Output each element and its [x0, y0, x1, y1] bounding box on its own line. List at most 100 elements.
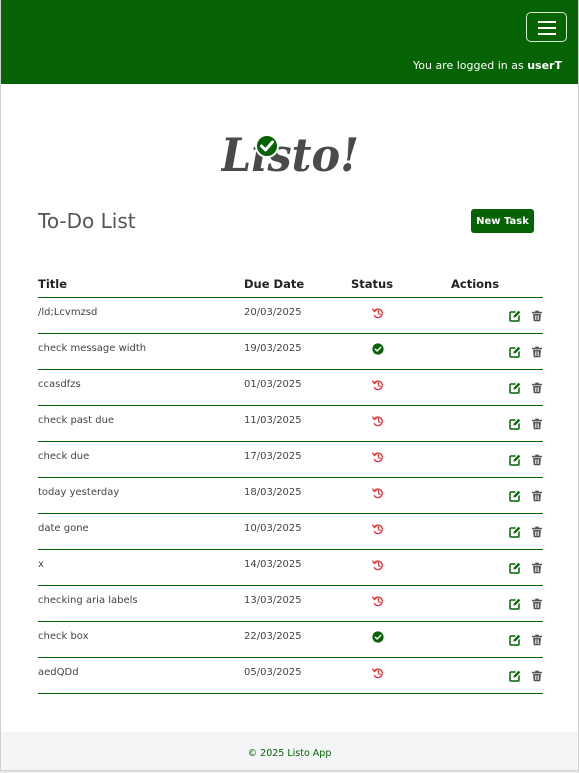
table-row: date gone 10/03/2025	[38, 513, 543, 550]
task-actions-cell	[451, 333, 543, 370]
task-due-date: 10/03/2025	[244, 523, 302, 534]
task-status-cell	[351, 405, 451, 442]
edit-icon[interactable]	[509, 634, 521, 646]
edit-icon[interactable]	[509, 310, 521, 322]
page-title: To-Do List	[38, 209, 136, 233]
task-title: /ld;Lcvmzsd	[38, 307, 98, 318]
history-icon	[372, 451, 384, 463]
check-circle-icon	[372, 631, 384, 643]
edit-icon[interactable]	[509, 382, 521, 394]
task-due-cell: 10/03/2025	[244, 513, 351, 550]
task-status-cell	[351, 441, 451, 478]
login-prefix: You are logged in as	[412, 59, 528, 72]
column-header-actions: Actions	[451, 270, 543, 298]
task-title-cell: ccasdfzs	[38, 369, 244, 406]
trash-icon[interactable]	[531, 418, 543, 430]
task-title: check box	[38, 631, 89, 642]
task-due-cell: 11/03/2025	[244, 405, 351, 442]
task-title-cell: x	[38, 549, 244, 586]
hamburger-line	[538, 21, 556, 23]
trash-icon[interactable]	[531, 526, 543, 538]
task-due-cell: 01/03/2025	[244, 369, 351, 406]
username: userT	[527, 59, 562, 72]
trash-icon[interactable]	[531, 346, 543, 358]
table-row: checking aria labels 13/03/2025	[38, 585, 543, 622]
trash-icon[interactable]	[531, 634, 543, 646]
task-title-cell: /ld;Lcvmzsd	[38, 297, 244, 334]
task-title-cell: date gone	[38, 513, 244, 550]
task-due-cell: 05/03/2025	[244, 657, 351, 694]
task-title: ccasdfzs	[38, 379, 81, 390]
task-due-cell: 14/03/2025	[244, 549, 351, 586]
task-due-date: 13/03/2025	[244, 595, 302, 606]
table-row: ccasdfzs 01/03/2025	[38, 369, 543, 406]
table-row: check past due 11/03/2025	[38, 405, 543, 442]
table-row: aedQDd 05/03/2025	[38, 657, 543, 694]
task-title-cell: checking aria labels	[38, 585, 244, 622]
trash-icon[interactable]	[531, 490, 543, 502]
edit-icon[interactable]	[509, 598, 521, 610]
table-row: x 14/03/2025	[38, 549, 543, 586]
task-title-cell: check past due	[38, 405, 244, 442]
column-header-due-date: Due Date	[244, 270, 351, 298]
trash-icon[interactable]	[531, 454, 543, 466]
task-actions-cell	[451, 477, 543, 514]
trash-icon[interactable]	[531, 310, 543, 322]
trash-icon[interactable]	[531, 382, 543, 394]
task-status-cell	[351, 333, 451, 370]
task-title: check past due	[38, 415, 115, 426]
task-status-cell	[351, 297, 451, 334]
check-circle-icon	[372, 343, 384, 355]
check-circle-icon	[255, 134, 279, 158]
edit-icon[interactable]	[509, 526, 521, 538]
table-row: check due 17/03/2025	[38, 441, 543, 478]
task-actions-cell	[451, 549, 543, 586]
edit-icon[interactable]	[509, 562, 521, 574]
task-title-cell: check due	[38, 441, 244, 478]
app-logo: Listo!	[219, 122, 361, 182]
trash-icon[interactable]	[531, 670, 543, 682]
edit-icon[interactable]	[509, 454, 521, 466]
task-due-date: 18/03/2025	[244, 487, 302, 498]
edit-icon[interactable]	[509, 490, 521, 502]
table-row: check box 22/03/2025	[38, 621, 543, 658]
task-actions-cell	[451, 369, 543, 406]
task-title-cell: aedQDd	[38, 657, 244, 694]
task-actions-cell	[451, 585, 543, 622]
task-due-date: 01/03/2025	[244, 379, 302, 390]
task-title: check due	[38, 451, 90, 462]
task-status-cell	[351, 657, 451, 694]
table-row: check message width 19/03/2025	[38, 333, 543, 370]
edit-icon[interactable]	[509, 418, 521, 430]
hamburger-menu-button[interactable]	[526, 12, 567, 42]
trash-icon[interactable]	[531, 562, 543, 574]
task-due-date: 19/03/2025	[244, 343, 302, 354]
login-status: You are logged in as userT	[413, 59, 562, 72]
logo-text: Listo!	[221, 128, 359, 180]
edit-icon[interactable]	[509, 346, 521, 358]
table-row: today yesterday 18/03/2025	[38, 477, 543, 514]
task-status-cell	[351, 549, 451, 586]
task-due-cell: 17/03/2025	[244, 441, 351, 478]
task-due-date: 05/03/2025	[244, 667, 302, 678]
column-header-title: Title	[38, 270, 244, 298]
task-due-date: 22/03/2025	[244, 631, 302, 642]
task-title: checking aria labels	[38, 595, 138, 606]
task-actions-cell	[451, 657, 543, 694]
table-header-row: Title Due Date Status Actions	[38, 270, 543, 298]
task-due-cell: 22/03/2025	[244, 621, 351, 658]
history-icon	[372, 667, 384, 679]
column-header-status: Status	[351, 270, 451, 298]
table-row: /ld;Lcvmzsd 20/03/2025	[38, 297, 543, 334]
hamburger-line	[538, 33, 556, 35]
trash-icon[interactable]	[531, 598, 543, 610]
task-status-cell	[351, 585, 451, 622]
task-actions-cell	[451, 297, 543, 334]
history-icon	[372, 415, 384, 427]
task-title-cell: check message width	[38, 333, 244, 370]
new-task-button[interactable]: New Task	[471, 209, 534, 233]
task-actions-cell	[451, 405, 543, 442]
task-actions-cell	[451, 441, 543, 478]
edit-icon[interactable]	[509, 670, 521, 682]
history-icon	[372, 523, 384, 535]
